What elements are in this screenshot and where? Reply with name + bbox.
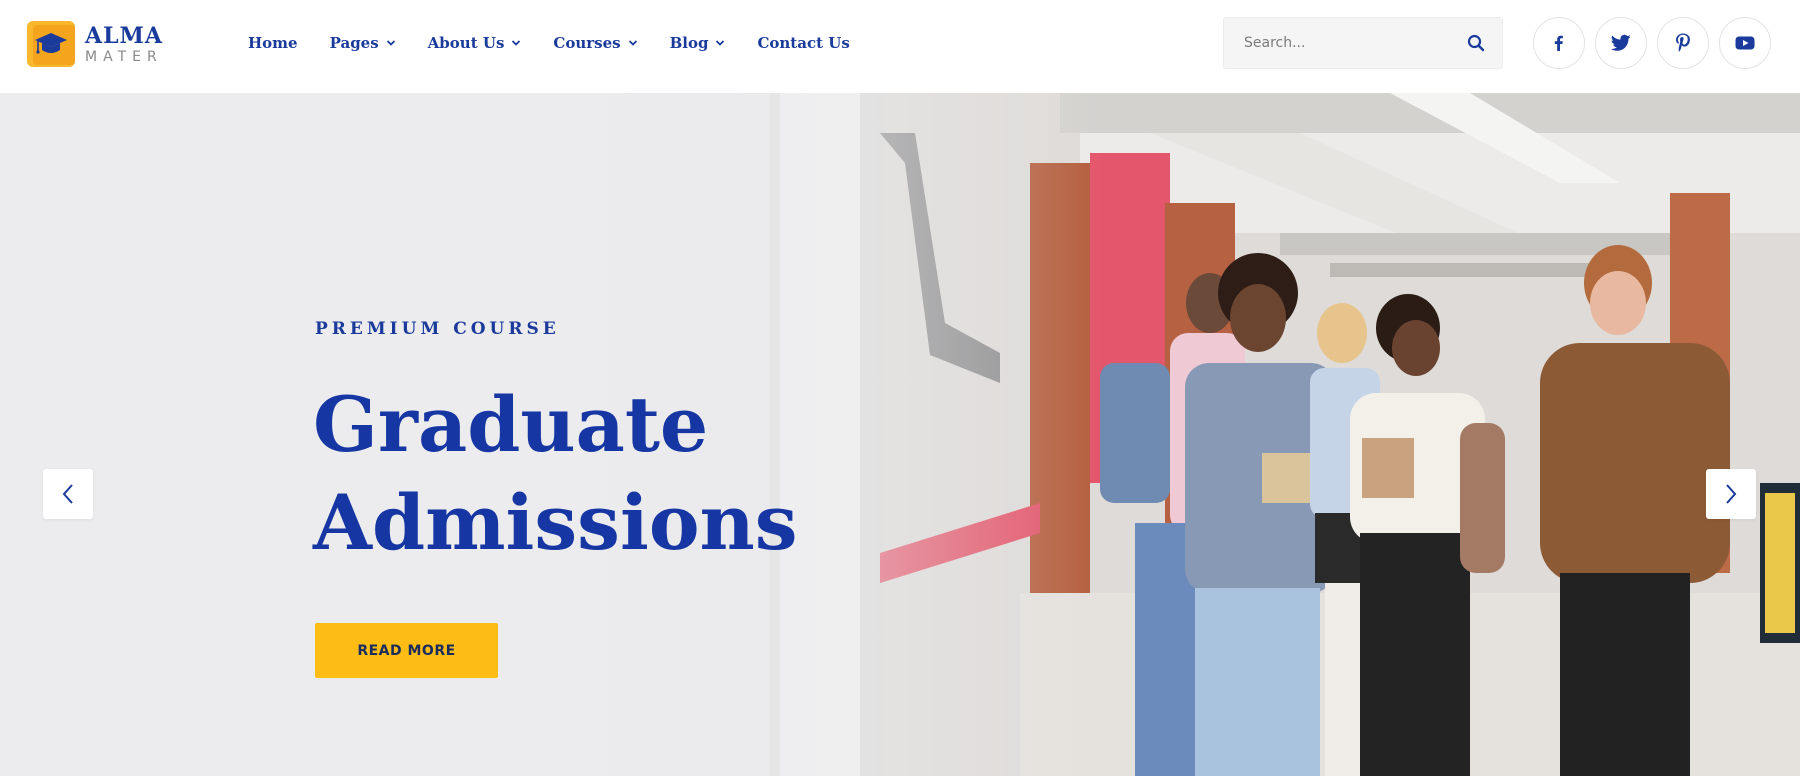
hero-eyebrow: PREMIUM COURSE (315, 319, 560, 339)
chevron-down-icon (512, 40, 521, 46)
search-input[interactable] (1224, 18, 1464, 68)
hero-title-line2: Admissions (313, 478, 798, 567)
nav-item-about-us[interactable]: About Us (428, 34, 522, 52)
search-icon[interactable] (1466, 33, 1486, 53)
slider-next-button[interactable] (1706, 469, 1756, 519)
hero-title: Graduate Admissions (313, 376, 833, 572)
nav-item-label: Courses (553, 34, 621, 52)
nav-item-label: Pages (329, 34, 379, 52)
pinterest-link[interactable] (1657, 17, 1709, 69)
facebook-link[interactable] (1533, 17, 1585, 69)
twitter-icon (1611, 34, 1631, 51)
nav-item-label: Home (248, 34, 298, 52)
facebook-icon (1554, 35, 1563, 51)
hero-title-line1: Graduate (313, 380, 709, 469)
chevron-down-icon (386, 40, 395, 46)
twitter-link[interactable] (1595, 17, 1647, 69)
chevron-right-icon (1726, 484, 1737, 504)
nav-item-label: Blog (669, 34, 709, 52)
logo-text: ALMA MATER (85, 25, 163, 64)
slider-prev-button[interactable] (43, 469, 93, 519)
nav-item-label: About Us (427, 34, 505, 52)
youtube-link[interactable] (1719, 17, 1771, 69)
nav-item-courses[interactable]: Courses (553, 34, 637, 52)
site-header: ALMA MATER Home Pages About Us Courses B… (0, 0, 1800, 93)
logo[interactable]: ALMA MATER (27, 20, 163, 68)
search-box (1223, 17, 1503, 69)
nav-item-label: Contact Us (757, 34, 850, 52)
nav-item-blog[interactable]: Blog (670, 34, 726, 52)
nav-item-pages[interactable]: Pages (330, 34, 396, 52)
nav-item-contact-us[interactable]: Contact Us (757, 34, 849, 52)
youtube-icon (1735, 36, 1755, 50)
nav-item-home[interactable]: Home (248, 34, 298, 52)
logo-name-top: ALMA (85, 22, 163, 49)
social-links (1533, 17, 1781, 69)
logo-name-bottom: MATER (85, 48, 163, 65)
pinterest-icon (1676, 33, 1690, 52)
chevron-down-icon (628, 40, 637, 46)
read-more-button[interactable]: READ MORE (315, 623, 498, 678)
chevron-down-icon (716, 40, 725, 46)
main-nav: Home Pages About Us Courses Blog Contact… (248, 0, 882, 86)
graduation-cap-icon (27, 21, 75, 67)
chevron-left-icon (62, 484, 73, 504)
hero-slider: PREMIUM COURSE Graduate Admissions READ … (0, 93, 1800, 776)
